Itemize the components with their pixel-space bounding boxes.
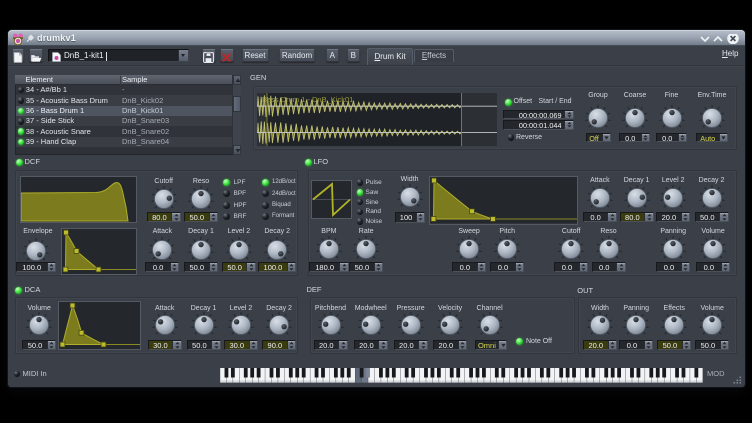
svg-text:Bass Drum 1 - DnB_Kick01: Bass Drum 1 - DnB_Kick01 [262, 95, 353, 104]
